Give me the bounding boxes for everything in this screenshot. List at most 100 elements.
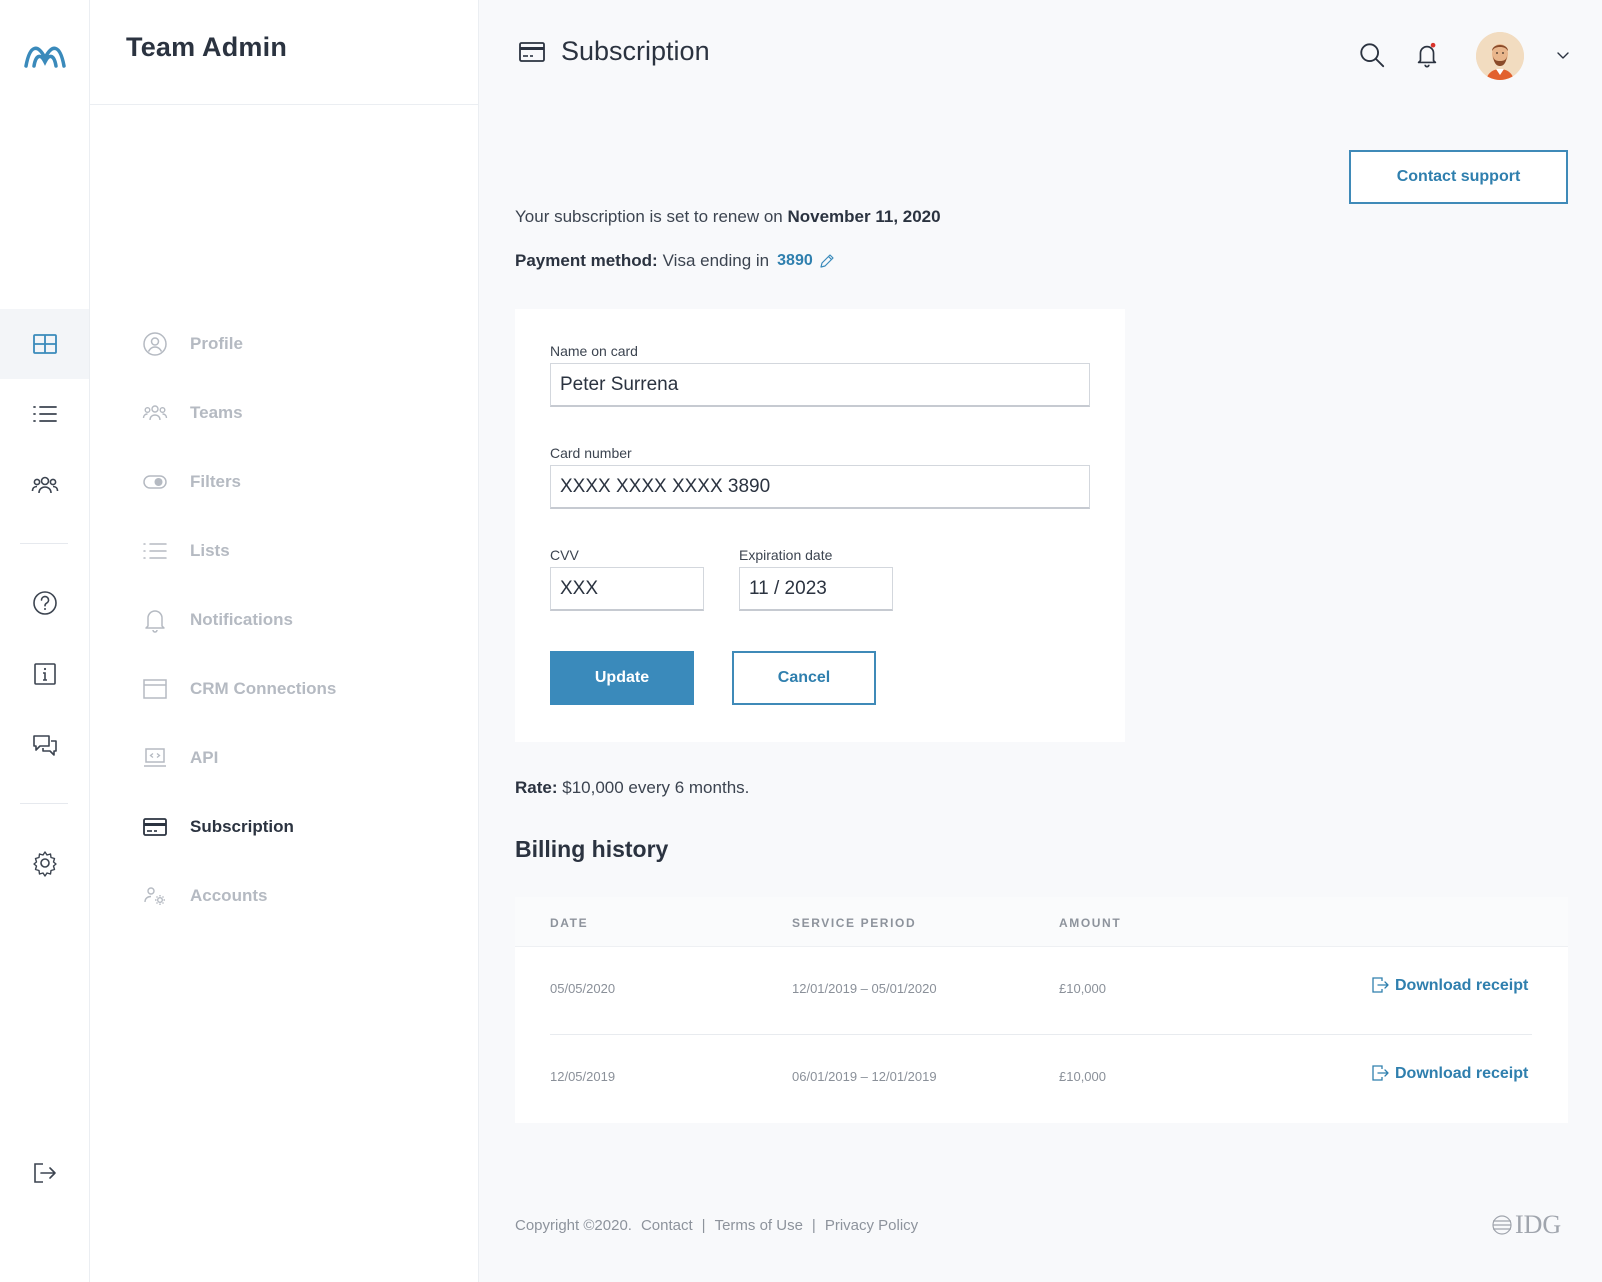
update-button[interactable]: Update <box>550 651 694 705</box>
dashboard-grid-icon <box>32 334 57 354</box>
people-icon <box>31 476 58 494</box>
subnav-header: Team Admin <box>90 0 478 105</box>
logout-icon <box>33 1163 56 1183</box>
row-date: 05/05/2020 <box>550 981 616 996</box>
main-content: Subscription Contact support Your subscr… <box>479 0 1602 1282</box>
help-icon <box>32 591 57 615</box>
subnav-item-label: Notifications <box>190 610 293 629</box>
list-icon <box>32 406 57 422</box>
cvv-label: CVV <box>550 547 579 563</box>
logo-icon[interactable] <box>22 40 68 72</box>
subnav-item-api[interactable]: API <box>142 738 218 778</box>
profile-icon <box>143 332 167 356</box>
card-edit-form: Name on card Peter Surrena Card number X… <box>515 309 1125 742</box>
chat-icon <box>32 735 57 756</box>
subnav-item-teams[interactable]: Teams <box>142 393 243 433</box>
notification-dot <box>1430 42 1436 48</box>
accounts-gear-icon <box>144 887 165 905</box>
settings-subnav: Team Admin Profile Teams Filters Lists N… <box>90 0 479 1282</box>
edit-pencil-icon[interactable] <box>819 253 835 269</box>
laptop-code-icon <box>144 748 166 767</box>
subnav-item-notifications[interactable]: Notifications <box>142 600 293 640</box>
billing-history-table: DATE SERVICE PERIOD AMOUNT 05/05/2020 12… <box>515 897 1568 1123</box>
subnav-item-label: CRM Connections <box>190 679 337 698</box>
file-export-icon <box>1372 977 1389 993</box>
rail-dashboard[interactable] <box>0 309 89 379</box>
row-amount: £10,000 <box>1059 1069 1106 1084</box>
rail-divider <box>20 543 68 544</box>
idg-globe-icon <box>1492 1215 1512 1235</box>
download-receipt-label: Download receipt <box>1395 977 1529 994</box>
download-receipt-link[interactable]: Download receipt <box>1371 977 1528 995</box>
expiration-date-label: Expiration date <box>739 547 833 563</box>
toggle-icon <box>143 475 167 489</box>
search-button[interactable] <box>1357 40 1387 70</box>
rail-lists[interactable] <box>0 379 89 449</box>
renewal-prefix: Your subscription is set to renew on <box>515 207 783 226</box>
subnav-item-label: Teams <box>190 403 243 422</box>
rail-settings[interactable] <box>0 828 89 898</box>
contact-support-button[interactable]: Contact support <box>1349 150 1568 204</box>
subnav-title: Team Admin <box>126 31 288 62</box>
column-header-amount: AMOUNT <box>1059 916 1122 930</box>
cvv-field[interactable]: XXX <box>550 567 704 611</box>
subnav-item-label: Lists <box>190 541 230 560</box>
account-menu-toggle[interactable] <box>1556 48 1570 62</box>
bell-icon <box>1417 42 1437 68</box>
avatar[interactable] <box>1476 32 1524 80</box>
cancel-button[interactable]: Cancel <box>732 651 876 705</box>
notifications-button[interactable] <box>1412 40 1442 70</box>
idg-brand-text: IDG <box>1515 1210 1562 1239</box>
subnav-item-subscription[interactable]: Subscription <box>142 807 294 847</box>
footer-link-terms[interactable]: Terms of Use <box>715 1217 803 1234</box>
rail-people[interactable] <box>0 450 89 520</box>
card-last4[interactable]: 3890 <box>777 252 813 270</box>
footer-separator: | <box>701 1217 706 1234</box>
rail-divider <box>20 803 68 804</box>
subnav-item-profile[interactable]: Profile <box>142 324 243 364</box>
icon-rail <box>0 0 90 1282</box>
page-title-text: Subscription <box>561 36 710 66</box>
footer-link-privacy[interactable]: Privacy Policy <box>825 1217 918 1234</box>
renewal-date: November 11, 2020 <box>787 207 941 226</box>
rail-info[interactable] <box>0 639 89 709</box>
subnav-item-label: Subscription <box>190 817 294 836</box>
credit-card-icon <box>519 41 545 62</box>
payment-method: Payment method: Visa ending in 3890 <box>515 251 835 271</box>
row-service-period: 06/01/2019 – 12/01/2019 <box>792 1069 937 1084</box>
card-number-field[interactable]: XXXX XXXX XXXX 3890 <box>550 465 1090 509</box>
rail-chat[interactable] <box>0 710 89 780</box>
billing-history-title: Billing history <box>515 836 669 862</box>
subnav-item-label: Profile <box>190 334 243 353</box>
rate-value: $10,000 every 6 months. <box>562 778 750 797</box>
subnav-item-lists[interactable]: Lists <box>142 531 230 571</box>
name-on-card-field[interactable]: Peter Surrena <box>550 363 1090 407</box>
footer-separator: | <box>811 1217 816 1234</box>
footer-link-contact[interactable]: Contact <box>641 1217 693 1234</box>
row-date: 12/05/2019 <box>550 1069 616 1084</box>
subnav-item-label: Filters <box>190 472 242 491</box>
subnav-item-label: Accounts <box>190 886 268 905</box>
row-divider <box>550 1034 1532 1035</box>
info-icon <box>33 663 56 685</box>
bell-icon <box>145 610 165 633</box>
download-receipt-link[interactable]: Download receipt <box>1371 1065 1528 1083</box>
teams-icon <box>142 405 168 421</box>
rail-logout[interactable] <box>0 1138 89 1208</box>
credit-card-icon <box>143 818 167 836</box>
column-header-date: DATE <box>550 916 589 930</box>
expiration-date-field[interactable]: 11 / 2023 <box>739 567 893 611</box>
file-export-icon <box>1372 1065 1389 1081</box>
subnav-item-crm-connections[interactable]: CRM Connections <box>142 669 336 709</box>
subnav-item-filters[interactable]: Filters <box>142 462 241 502</box>
user-avatar-icon <box>1476 32 1524 80</box>
subnav-item-accounts[interactable]: Accounts <box>142 876 267 916</box>
page-title: Subscription <box>519 36 710 67</box>
row-service-period: 12/01/2019 – 05/01/2020 <box>792 981 937 996</box>
copyright-text: Copyright ©2020. <box>515 1217 632 1234</box>
rail-help[interactable] <box>0 568 89 638</box>
download-receipt-label: Download receipt <box>1395 1065 1529 1082</box>
list-icon <box>143 543 167 559</box>
name-on-card-label: Name on card <box>550 343 638 359</box>
search-icon <box>1360 43 1385 68</box>
